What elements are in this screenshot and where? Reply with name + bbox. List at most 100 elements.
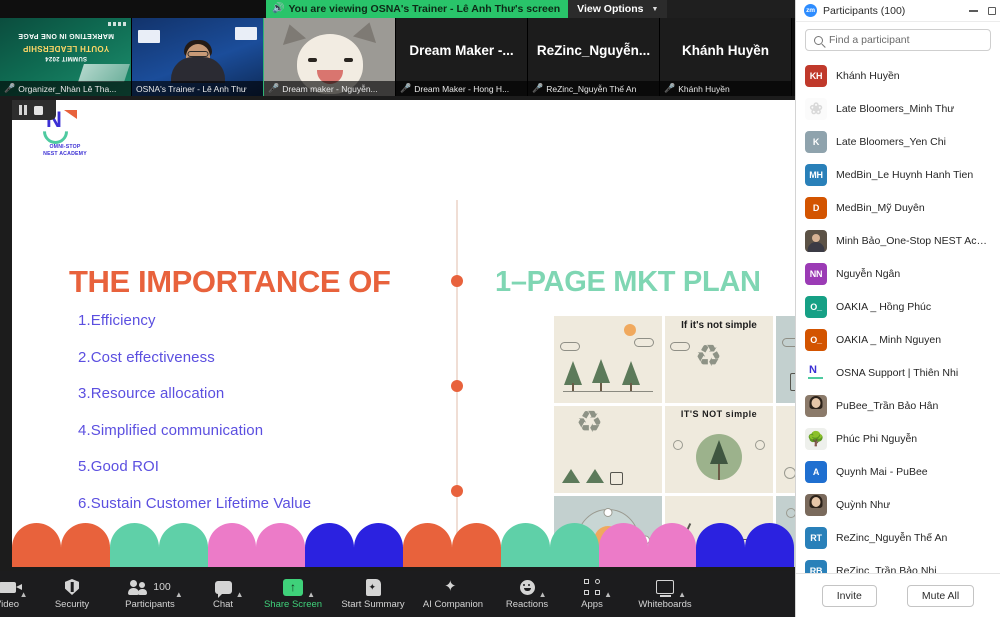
toolbar-reactions-button[interactable]: ▲ Reactions [492,571,562,617]
toolbar-security-button[interactable]: Security [36,571,108,617]
participant-avatar [805,493,827,516]
chevron-up-icon[interactable]: ▲ [307,590,315,599]
grid-cell-recycle-top: If it's not simple ♻ [665,316,773,403]
toolbar-icon-wrap [65,579,79,596]
video-tile-dream-maker-hong[interactable]: Dream Maker -... 🎤 Dream Maker - Hong H.… [396,18,528,96]
participant-row[interactable]: KH Khánh Huyền [796,59,1000,92]
view-options-button[interactable]: View Options ▼ [568,0,668,18]
chevron-up-icon[interactable]: ▲ [604,590,612,599]
whiteboard-icon [656,580,674,597]
participant-row[interactable]: PuBee_Trần Bảo Hân [796,389,1000,422]
arch-shape [207,523,257,567]
participant-name: MedBin_Le Huynh Hanh Tien [836,168,974,181]
search-input[interactable] [829,34,982,46]
toolbar-video-button[interactable]: ▲Video [0,571,36,617]
participant-row[interactable]: RB ReZinc_Trần Bảo Nhi [796,554,1000,573]
panel-title-bar: zm Participants (100) [796,0,1000,22]
toolbar-button-label: Reactions [505,598,549,610]
toolbar-participants-button[interactable]: 100 ▲ Participants [108,571,192,617]
tile-participant-name: OSNA's Trainer - Lê Anh Thư [136,83,247,94]
video-tile-trainer[interactable]: OSNA's Trainer - Lê Anh Thư [132,18,264,96]
toolbar-share-screen-button[interactable]: ▲Share Screen [254,571,332,617]
reactions-icon [519,579,535,595]
participants-list[interactable]: KH Khánh Huyền Late Bloomers_Minh Thư K Late… [796,57,1000,573]
arch-shape [158,523,208,567]
logo-flag-icon [64,110,77,119]
mic-muted-icon: 🎤 [664,83,676,93]
view-options-label: View Options [577,3,644,15]
video-tile-dream-maker-nguyen[interactable]: 🎤 Dream maker - Nguyễn... [264,18,396,96]
participant-row[interactable]: A Quynh Mai - PuBee [796,455,1000,488]
toolbar-whiteboards-button[interactable]: ▲ Whiteboards [622,571,708,617]
participant-row[interactable]: Minh Bảo_One-Stop NEST Acad... [796,224,1000,257]
participant-row[interactable]: Phúc Phi Nguyễn [796,422,1000,455]
participant-row[interactable]: Late Bloomers_Minh Thư [796,92,1000,125]
logo-text: OMNI-STOP NEST ACADEMY [43,144,87,158]
participant-row[interactable]: D MedBin_Mỹ Duyên [796,191,1000,224]
tile-name-row: 🎤 ReZinc_Nguyễn Thế An [528,81,659,96]
video-tile-organizer[interactable]: MARKETING IN ONE PAGE YOUTH LEADERSHIP S… [0,18,132,96]
chevron-up-icon[interactable]: ▲ [236,590,244,599]
toolbar-icon-wrap: ▲ [283,578,315,599]
tile-participant-name: Organizer_Nhàn Lê Tha... [18,83,117,94]
participant-row[interactable]: RT ReZinc_Nguyễn Thế An [796,521,1000,554]
participant-avatar [805,97,827,120]
toolbar-button-label: Share Screen [263,598,323,610]
participant-filmstrip[interactable]: MARKETING IN ONE PAGE YOUTH LEADERSHIP S… [0,18,795,96]
participant-name: Phúc Phi Nguyễn [836,432,918,445]
panel-footer: Invite Mute All [796,573,1000,617]
toolbar-button-label: Apps [581,598,603,610]
chat-icon [214,580,232,598]
participant-name: Late Bloomers_Minh Thư [836,102,955,115]
chevron-up-icon[interactable]: ▲ [20,590,28,599]
video-tile-rezinc[interactable]: ReZinc_Nguyễn... 🎤 ReZinc_Nguyễn Thế An [528,18,660,96]
panel-title-text: Participants (100) [823,4,906,17]
participant-row[interactable]: O_ OAKIA _ Hồng Phúc [796,290,1000,323]
participant-row[interactable]: K Late Bloomers_Yen Chi [796,125,1000,158]
toolbar-apps-button[interactable]: ▲ Apps [562,571,622,617]
toolbar-chat-button[interactable]: ▲ Chat [192,571,254,617]
toolbar-icon-wrap: ▲ [0,579,28,599]
participant-row[interactable]: NN Nguyễn Ngân [796,257,1000,290]
camera-icon [0,581,22,593]
participant-row[interactable]: MH MedBin_Le Huynh Hanh Tien [796,158,1000,191]
toolbar-icon-wrap: ▲ [519,579,547,599]
window-buttons[interactable] [969,0,996,22]
stop-icon[interactable] [34,105,43,115]
share-pause-stop-controls[interactable] [12,100,56,120]
participant-row[interactable]: O_ OAKIA _ Minh Nguyen [796,323,1000,356]
toolbar-ai-companion-button[interactable]: ✦ AI Companion [414,571,492,617]
zoom-meeting-toolbar[interactable]: ▲VideoSecurity100▲Participants▲Chat▲Shar… [0,571,795,617]
ai-sparkle-icon: ✦ [444,577,457,595]
search-icon [814,35,823,45]
participant-avatar [805,427,827,450]
slide-right-title: 1–PAGE MKT PLAN [495,266,761,298]
maximize-icon[interactable] [988,7,996,15]
invite-button[interactable]: Invite [821,584,877,607]
participant-row[interactable]: OSNA Support | Thiên Nhi [796,356,1000,389]
mute-all-button[interactable]: Mute All [906,584,975,607]
minimize-icon[interactable] [969,10,978,12]
chevron-up-icon[interactable]: ▲ [539,590,547,599]
pause-icon[interactable] [19,105,28,115]
participant-name: PuBee_Trần Bảo Hân [836,399,939,412]
participant-name: Late Bloomers_Yen Chi [836,135,946,148]
tile-name-row: 🎤 Khánh Huyền [660,81,791,96]
participant-row[interactable]: Quỳnh Như [796,488,1000,521]
grid-cell-center-tree: IT'S NOT simple [665,406,773,493]
participant-search-wrap [796,22,1000,57]
participant-name: OAKIA _ Hồng Phúc [836,300,932,313]
participant-name: ReZinc_Nguyễn Thế An [836,531,948,544]
participant-avatar: MH [805,163,827,186]
chevron-up-icon[interactable]: ▲ [678,590,686,599]
tile-name-row: 🎤 Dream Maker - Hong H... [396,81,527,96]
participant-name: MedBin_Mỹ Duyên [836,201,925,214]
video-tile-khanh-huyen[interactable]: Khánh Huyền 🎤 Khánh Huyền [660,18,792,96]
mic-muted-icon: 🎤 [268,83,280,93]
list-item: 1.Efficiency [78,312,156,329]
poster-line-3: SUMMIT 2024 [44,55,87,61]
timeline-dot [451,485,463,497]
toolbar-start-summary-button[interactable]: Start Summary [332,571,414,617]
chevron-up-icon[interactable]: ▲ [175,590,183,599]
participant-search-box[interactable] [805,29,991,51]
